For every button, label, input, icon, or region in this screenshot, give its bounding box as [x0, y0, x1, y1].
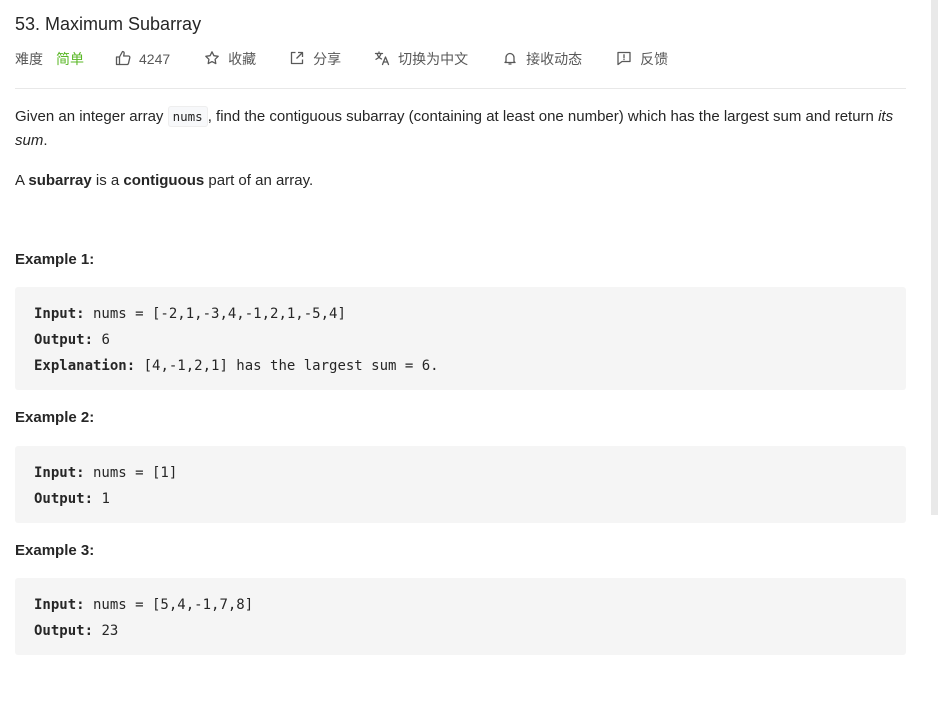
feedback-label: 反馈	[640, 51, 669, 67]
description-paragraph: Given an integer array nums, find the co…	[15, 105, 906, 153]
example-1-title: Example 1:	[15, 251, 95, 268]
like-count: 4247	[139, 51, 171, 67]
vertical-scrollbar[interactable]	[931, 0, 938, 515]
switch-language-label: 切换为中文	[398, 51, 469, 67]
input-label: Input:	[34, 597, 85, 613]
translate-icon	[374, 50, 398, 69]
star-icon	[204, 50, 228, 69]
example-explanation-line: Explanation: [4,-1,2,1] has the largest …	[34, 353, 887, 379]
input-label: Input:	[34, 306, 85, 322]
output-label: Output:	[34, 332, 94, 348]
example-output-line: Output: 1	[34, 486, 887, 512]
input-value: nums = [1]	[84, 465, 178, 481]
example-output-line: Output: 23	[34, 618, 887, 644]
like-button[interactable]: 4247	[115, 50, 170, 69]
example-3-block: Input: nums = [5,4,-1,7,8] Output: 23	[15, 578, 906, 655]
example-output-line: Output: 6	[34, 327, 887, 353]
output-value: 6	[93, 332, 110, 348]
share-icon	[289, 50, 313, 69]
favorite-button[interactable]: 收藏	[204, 49, 256, 69]
example-input-line: Input: nums = [-2,1,-3,4,-1,2,1,-5,4]	[34, 301, 887, 327]
problem-toolbar: 难度 简单 4247 收藏 分享 切换为中文 接收动态 反馈	[15, 48, 668, 70]
input-label: Input:	[34, 465, 85, 481]
description-text: .	[43, 132, 48, 149]
feedback-button[interactable]: 反馈	[616, 49, 668, 69]
share-label: 分享	[313, 51, 342, 67]
description-text: Given an integer array	[15, 108, 168, 125]
divider	[15, 88, 906, 89]
output-label: Output:	[34, 623, 94, 639]
description-text: is a	[91, 172, 124, 189]
description-bold: subarray	[28, 172, 92, 189]
share-button[interactable]: 分享	[289, 49, 341, 69]
example-2-block: Input: nums = [1] Output: 1	[15, 446, 906, 523]
notify-button[interactable]: 接收动态	[502, 49, 582, 69]
input-value: nums = [-2,1,-3,4,-1,2,1,-5,4]	[84, 306, 346, 322]
output-value: 23	[93, 623, 119, 639]
explanation-label: Explanation:	[34, 358, 136, 374]
description-paragraph: A subarray is a contiguous part of an ar…	[15, 169, 906, 193]
bell-icon	[502, 50, 526, 69]
example-input-line: Input: nums = [5,4,-1,7,8]	[34, 592, 887, 618]
description-text: part of an array.	[204, 172, 314, 189]
output-value: 1	[93, 491, 110, 507]
thumbs-up-icon	[115, 50, 139, 69]
explanation-value: [4,-1,2,1] has the largest sum = 6.	[135, 358, 439, 374]
example-input-line: Input: nums = [1]	[34, 460, 887, 486]
difficulty-badge: 简单	[56, 51, 84, 67]
switch-language-button[interactable]: 切换为中文	[374, 49, 468, 69]
problem-description: Given an integer array nums, find the co…	[15, 105, 906, 193]
example-2-title: Example 2:	[15, 409, 95, 426]
problem-title: 53. Maximum Subarray	[15, 14, 202, 34]
description-text: A	[15, 172, 29, 189]
description-bold: contiguous	[123, 172, 205, 189]
example-1-block: Input: nums = [-2,1,-3,4,-1,2,1,-5,4] Ou…	[15, 287, 906, 390]
notify-label: 接收动态	[526, 51, 583, 67]
inline-code: nums	[167, 106, 208, 127]
feedback-icon	[616, 50, 640, 69]
description-text: , find the contiguous subarray (containi…	[207, 108, 879, 125]
difficulty-label: 难度	[15, 51, 43, 67]
example-3-title: Example 3:	[15, 542, 95, 559]
output-label: Output:	[34, 491, 94, 507]
input-value: nums = [5,4,-1,7,8]	[84, 597, 254, 613]
favorite-label: 收藏	[228, 51, 257, 67]
